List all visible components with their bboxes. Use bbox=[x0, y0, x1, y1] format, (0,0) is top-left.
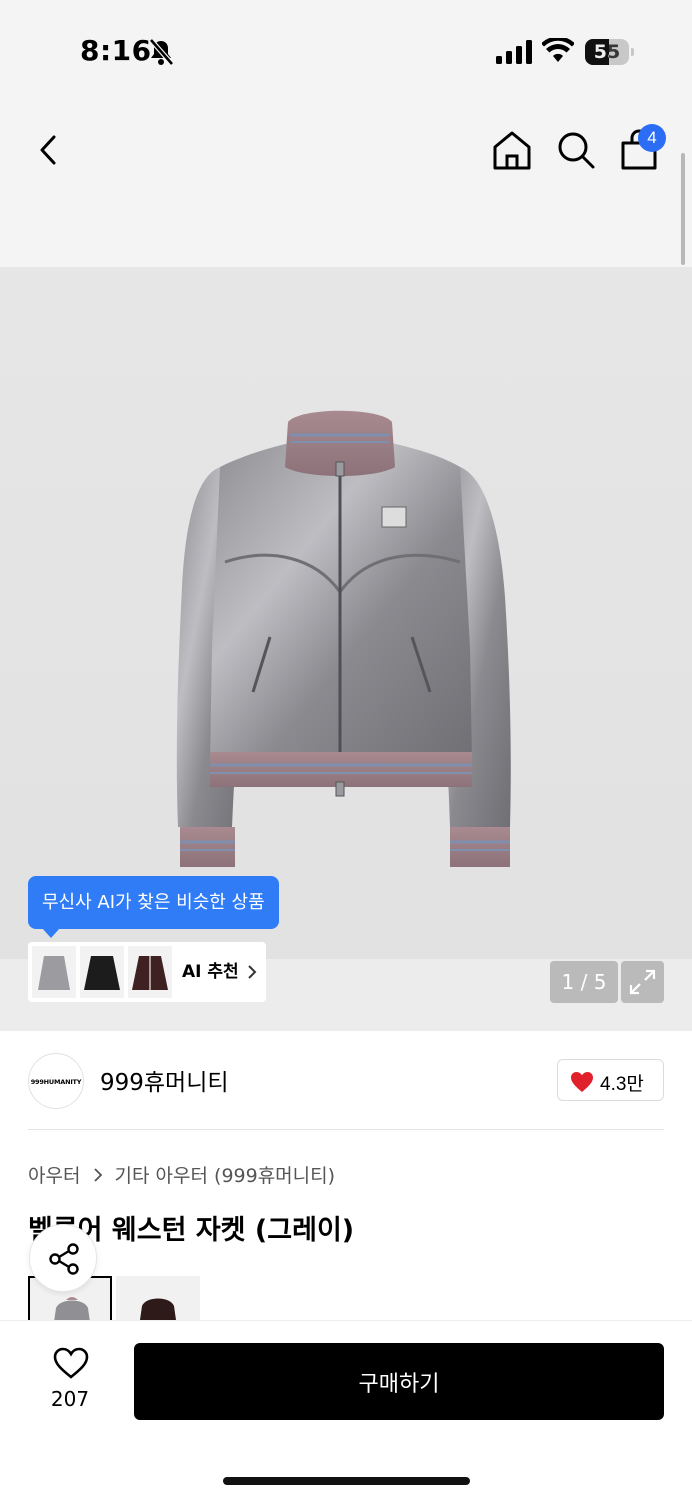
status-bar: 8:16 55 bbox=[0, 0, 692, 100]
battery-indicator: 55 bbox=[585, 39, 629, 65]
bottom-action-bar: 207 구매하기 bbox=[0, 1320, 692, 1500]
ai-thumb-gray-jacket[interactable] bbox=[32, 946, 76, 998]
chevron-right-icon bbox=[93, 1165, 103, 1187]
battery-level: 55 bbox=[593, 41, 621, 63]
cart-button[interactable]: 4 bbox=[618, 124, 666, 172]
divider bbox=[28, 1129, 664, 1130]
color-option-brown[interactable] bbox=[116, 1276, 200, 1320]
wishlist-count: 207 bbox=[50, 1387, 90, 1411]
scrollbar[interactable] bbox=[681, 153, 685, 265]
heart-filled-icon bbox=[571, 1072, 593, 1092]
back-button[interactable] bbox=[30, 130, 70, 170]
home-icon bbox=[493, 131, 531, 170]
ai-recommend-strip[interactable]: AI 추천 bbox=[28, 942, 266, 1002]
ai-thumb-brown-jacket[interactable] bbox=[128, 946, 172, 998]
brand-like-button[interactable]: 4.3만 bbox=[557, 1059, 664, 1101]
ai-thumb-black-jacket[interactable] bbox=[80, 946, 124, 998]
product-image-jacket bbox=[176, 410, 511, 867]
breadcrumb: 아우터 기타 아우터 (999휴머니티) bbox=[28, 1161, 335, 1188]
product-image-carousel[interactable]: 무신사 AI가 찾은 비슷한 상품 AI 추천 1 / 5 bbox=[0, 267, 692, 1031]
search-button[interactable] bbox=[554, 128, 598, 172]
battery-tip bbox=[631, 48, 634, 56]
expand-icon bbox=[629, 969, 656, 995]
breadcrumb-category[interactable]: 아우터 bbox=[28, 1165, 80, 1187]
share-button[interactable] bbox=[29, 1224, 97, 1292]
home-button[interactable] bbox=[490, 128, 534, 172]
buy-button[interactable]: 구매하기 bbox=[134, 1343, 664, 1420]
back-icon bbox=[40, 135, 56, 165]
nav-bar: 4 bbox=[0, 100, 692, 267]
wifi-icon bbox=[542, 38, 574, 62]
cart-count-badge: 4 bbox=[638, 124, 666, 152]
heart-outline-icon bbox=[53, 1347, 89, 1379]
ai-recommend-label: AI 추천 bbox=[182, 962, 239, 982]
share-icon bbox=[49, 1243, 79, 1275]
bell-off-icon bbox=[149, 38, 174, 66]
search-icon bbox=[558, 132, 595, 169]
expand-image-button[interactable] bbox=[621, 961, 664, 1003]
brand-logo[interactable]: 999HUMANITY bbox=[28, 1053, 84, 1109]
status-time: 8:16 bbox=[80, 34, 152, 67]
breadcrumb-subcategory[interactable]: 기타 아우터 (999휴머니티) bbox=[115, 1165, 336, 1187]
brand-name[interactable]: 999휴머니티 bbox=[100, 1063, 229, 1097]
cell-signal-icon bbox=[496, 40, 532, 64]
ai-similar-tooltip[interactable]: 무신사 AI가 찾은 비슷한 상품 bbox=[28, 876, 279, 938]
image-pager: 1 / 5 bbox=[550, 961, 618, 1003]
chevron-right-icon bbox=[248, 965, 257, 979]
home-indicator bbox=[223, 1477, 470, 1485]
brand-row[interactable]: 999HUMANITY 999휴머니티 4.3만 bbox=[0, 1031, 692, 1131]
brand-like-count: 4.3만 bbox=[600, 1074, 644, 1095]
